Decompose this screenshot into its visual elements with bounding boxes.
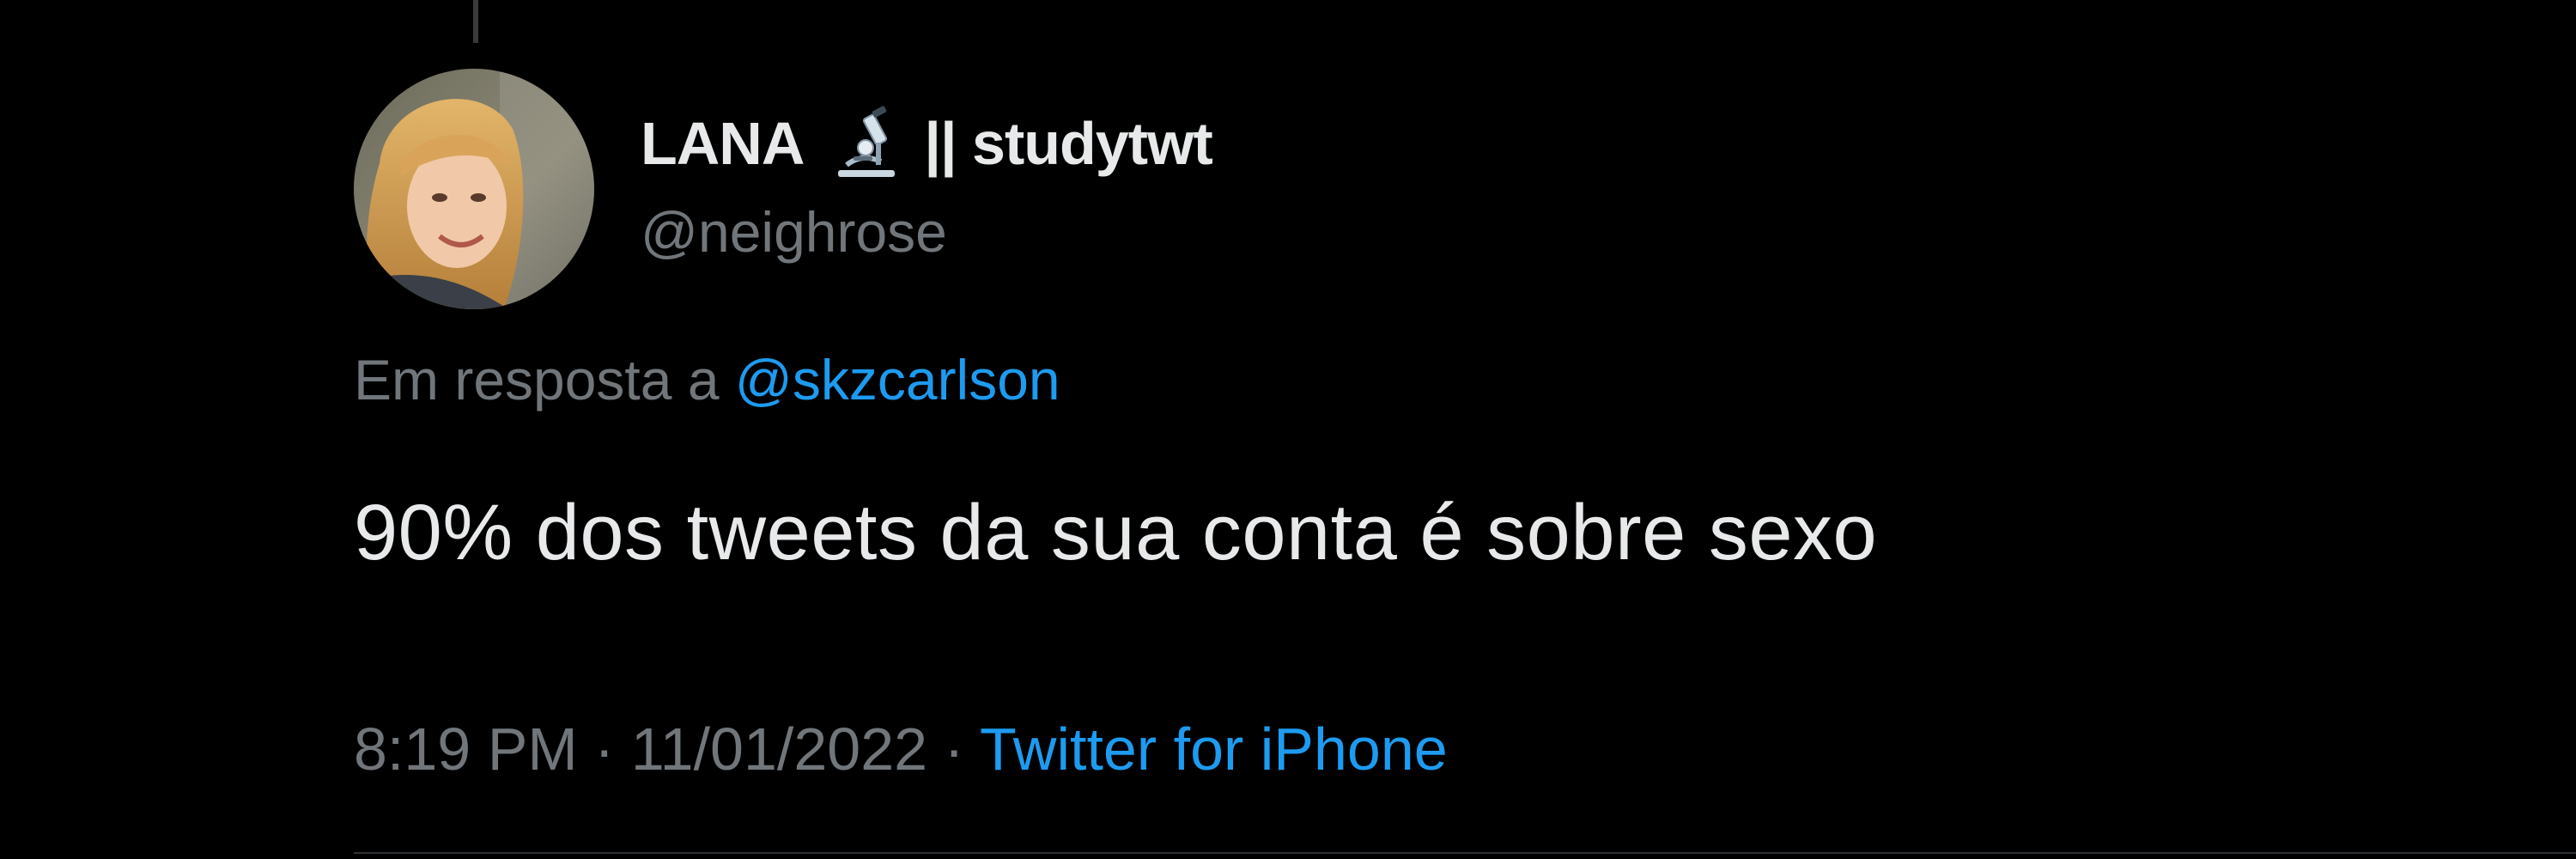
avatar-image <box>354 69 594 309</box>
tweet-metadata: 8:19 PM · 11/01/2022 · Twitter for iPhon… <box>354 715 1448 783</box>
reply-prefix: Em resposta a <box>354 348 735 411</box>
thread-connector-line <box>473 0 478 43</box>
reply-context: Em resposta a @skzcarlson <box>354 347 1060 412</box>
author-name[interactable]: LANA <box>641 109 805 178</box>
tweet-date[interactable]: 11/01/2022 <box>631 716 927 783</box>
meta-separator: · <box>577 716 631 783</box>
tweet-time[interactable]: 8:19 PM <box>354 716 578 783</box>
avatar[interactable] <box>354 69 594 309</box>
tweet-detail: LANA || studytwt @neighrose Em resposta … <box>0 0 2576 859</box>
tweet-text: 90% dos tweets da sua conta é sobre sexo <box>354 489 1878 576</box>
author-name-suffix: || studytwt <box>924 110 1212 177</box>
meta-separator: · <box>927 716 981 783</box>
author-handle[interactable]: @neighrose <box>641 199 947 265</box>
reply-mention-link[interactable]: @skzcarlson <box>735 348 1060 411</box>
divider <box>354 852 2576 854</box>
author-name-row[interactable]: LANA || studytwt <box>641 105 1213 182</box>
tweet-source-link[interactable]: Twitter for iPhone <box>980 716 1448 783</box>
microscope-icon <box>828 105 905 182</box>
